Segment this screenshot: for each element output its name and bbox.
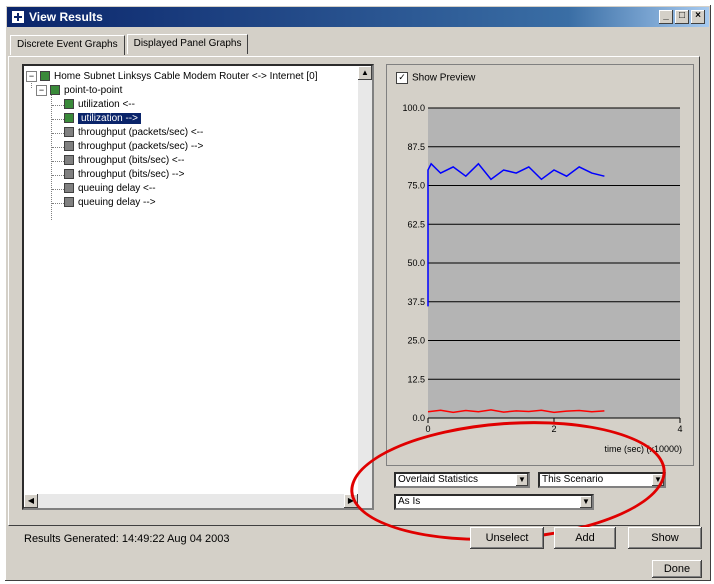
tree-root-label: Home Subnet Linksys Cable Modem Router <…: [54, 71, 318, 82]
tree-item[interactable]: throughput (bits/sec) <--: [64, 154, 184, 168]
stat-icon: [64, 127, 74, 138]
node-icon: [40, 71, 50, 82]
tree-item-label: throughput (packets/sec) -->: [78, 141, 204, 152]
tree-item[interactable]: queuing delay <--: [64, 182, 156, 196]
preview-chart: 100.0 87.5 75.0 62.5 50.0 37.5 25.0 12.5 0.0 0 2 4…: [402, 103, 682, 454]
y-tick-label: 50.0: [407, 258, 425, 268]
unselect-button[interactable]: Unselect: [470, 527, 544, 549]
chevron-down-icon[interactable]: ▼: [516, 474, 528, 486]
scroll-left-button[interactable]: ◀: [24, 494, 38, 508]
y-tick-label: 12.5: [407, 374, 425, 384]
y-tick-label: 62.5: [407, 219, 425, 229]
stat-icon: [64, 113, 74, 124]
tab-discrete-event-graphs[interactable]: Discrete Event Graphs: [10, 35, 125, 55]
scroll-up-button[interactable]: ▲: [358, 66, 372, 80]
collapse-icon[interactable]: −: [26, 70, 37, 82]
minimize-button[interactable]: _: [659, 10, 673, 24]
x-tick-label: 4: [677, 424, 682, 434]
vertical-scrollbar[interactable]: ▲: [358, 66, 372, 508]
tree-group-row[interactable]: − point-to-point: [36, 84, 122, 98]
tree-item-label: queuing delay -->: [78, 197, 156, 208]
tree-root-row[interactable]: − Home Subnet Linksys Cable Modem Router …: [26, 70, 317, 84]
x-tick-label: 0: [425, 424, 430, 434]
tree-item[interactable]: utilization <--: [64, 98, 135, 112]
filter-value: As Is: [398, 496, 421, 507]
x-tick-label: 2: [551, 424, 556, 434]
y-tick-label: 100.0: [402, 103, 425, 113]
tree-item-label: throughput (bits/sec) <--: [78, 155, 185, 166]
tree-item-label: throughput (packets/sec) <--: [78, 127, 204, 138]
tree-item-label: throughput (bits/sec) -->: [78, 169, 185, 180]
stat-icon: [64, 99, 74, 110]
y-tick-label: 75.0: [407, 181, 425, 191]
stat-icon: [64, 183, 74, 194]
close-button[interactable]: ×: [691, 10, 705, 24]
tree-item-selected[interactable]: utilization -->: [64, 112, 141, 126]
stat-icon: [64, 141, 74, 152]
scroll-right-button[interactable]: ▶: [344, 494, 358, 508]
statistics-tree[interactable]: − Home Subnet Linksys Cable Modem Router …: [22, 64, 374, 510]
chevron-down-icon[interactable]: ▼: [580, 496, 592, 508]
scenario-value: This Scenario: [542, 474, 604, 485]
y-tick-label: 37.5: [407, 297, 425, 307]
y-tick-label: 0.0: [412, 413, 425, 423]
show-preview-label: Show Preview: [412, 72, 476, 84]
tree-group-label: point-to-point: [64, 85, 123, 96]
checkbox-check-icon: ✓: [396, 72, 408, 84]
tree-item[interactable]: queuing delay -->: [64, 196, 156, 210]
tree-item-label: utilization <--: [78, 99, 135, 110]
tab-displayed-panel-graphs[interactable]: Displayed Panel Graphs: [126, 34, 249, 54]
node-icon: [50, 85, 60, 96]
tree-item[interactable]: throughput (packets/sec) <--: [64, 126, 203, 140]
tree-item[interactable]: throughput (packets/sec) -->: [64, 140, 203, 154]
results-generated-status: Results Generated: 14:49:22 Aug 04 2003: [24, 533, 230, 545]
app-icon: [12, 11, 24, 23]
show-preview-checkbox[interactable]: ✓ Show Preview: [396, 72, 475, 84]
title-bar[interactable]: View Results _ □ ×: [7, 7, 709, 27]
y-tick-label: 25.0: [407, 336, 425, 346]
add-button[interactable]: Add: [554, 527, 616, 549]
stat-icon: [64, 197, 74, 208]
stat-mode-select[interactable]: Overlaid Statistics ▼: [394, 472, 530, 488]
show-button[interactable]: Show: [628, 527, 702, 549]
stat-mode-value: Overlaid Statistics: [398, 474, 479, 485]
stat-icon: [64, 155, 74, 166]
tree-item[interactable]: throughput (bits/sec) -->: [64, 168, 184, 182]
window-title: View Results: [29, 10, 103, 24]
horizontal-scrollbar[interactable]: ◀ ▶: [24, 494, 372, 508]
filter-select[interactable]: As Is ▼: [394, 494, 594, 510]
done-button[interactable]: Done: [652, 560, 702, 578]
y-tick-label: 87.5: [407, 142, 425, 152]
tree-item-label: utilization -->: [78, 113, 141, 124]
tree-item-label: queuing delay <--: [78, 183, 156, 194]
stat-icon: [64, 169, 74, 180]
chevron-down-icon[interactable]: ▼: [652, 474, 664, 486]
maximize-button[interactable]: □: [675, 10, 689, 24]
collapse-icon[interactable]: −: [36, 84, 47, 96]
scenario-select[interactable]: This Scenario ▼: [538, 472, 666, 488]
x-axis-label: time (sec) (x10000): [604, 444, 682, 454]
